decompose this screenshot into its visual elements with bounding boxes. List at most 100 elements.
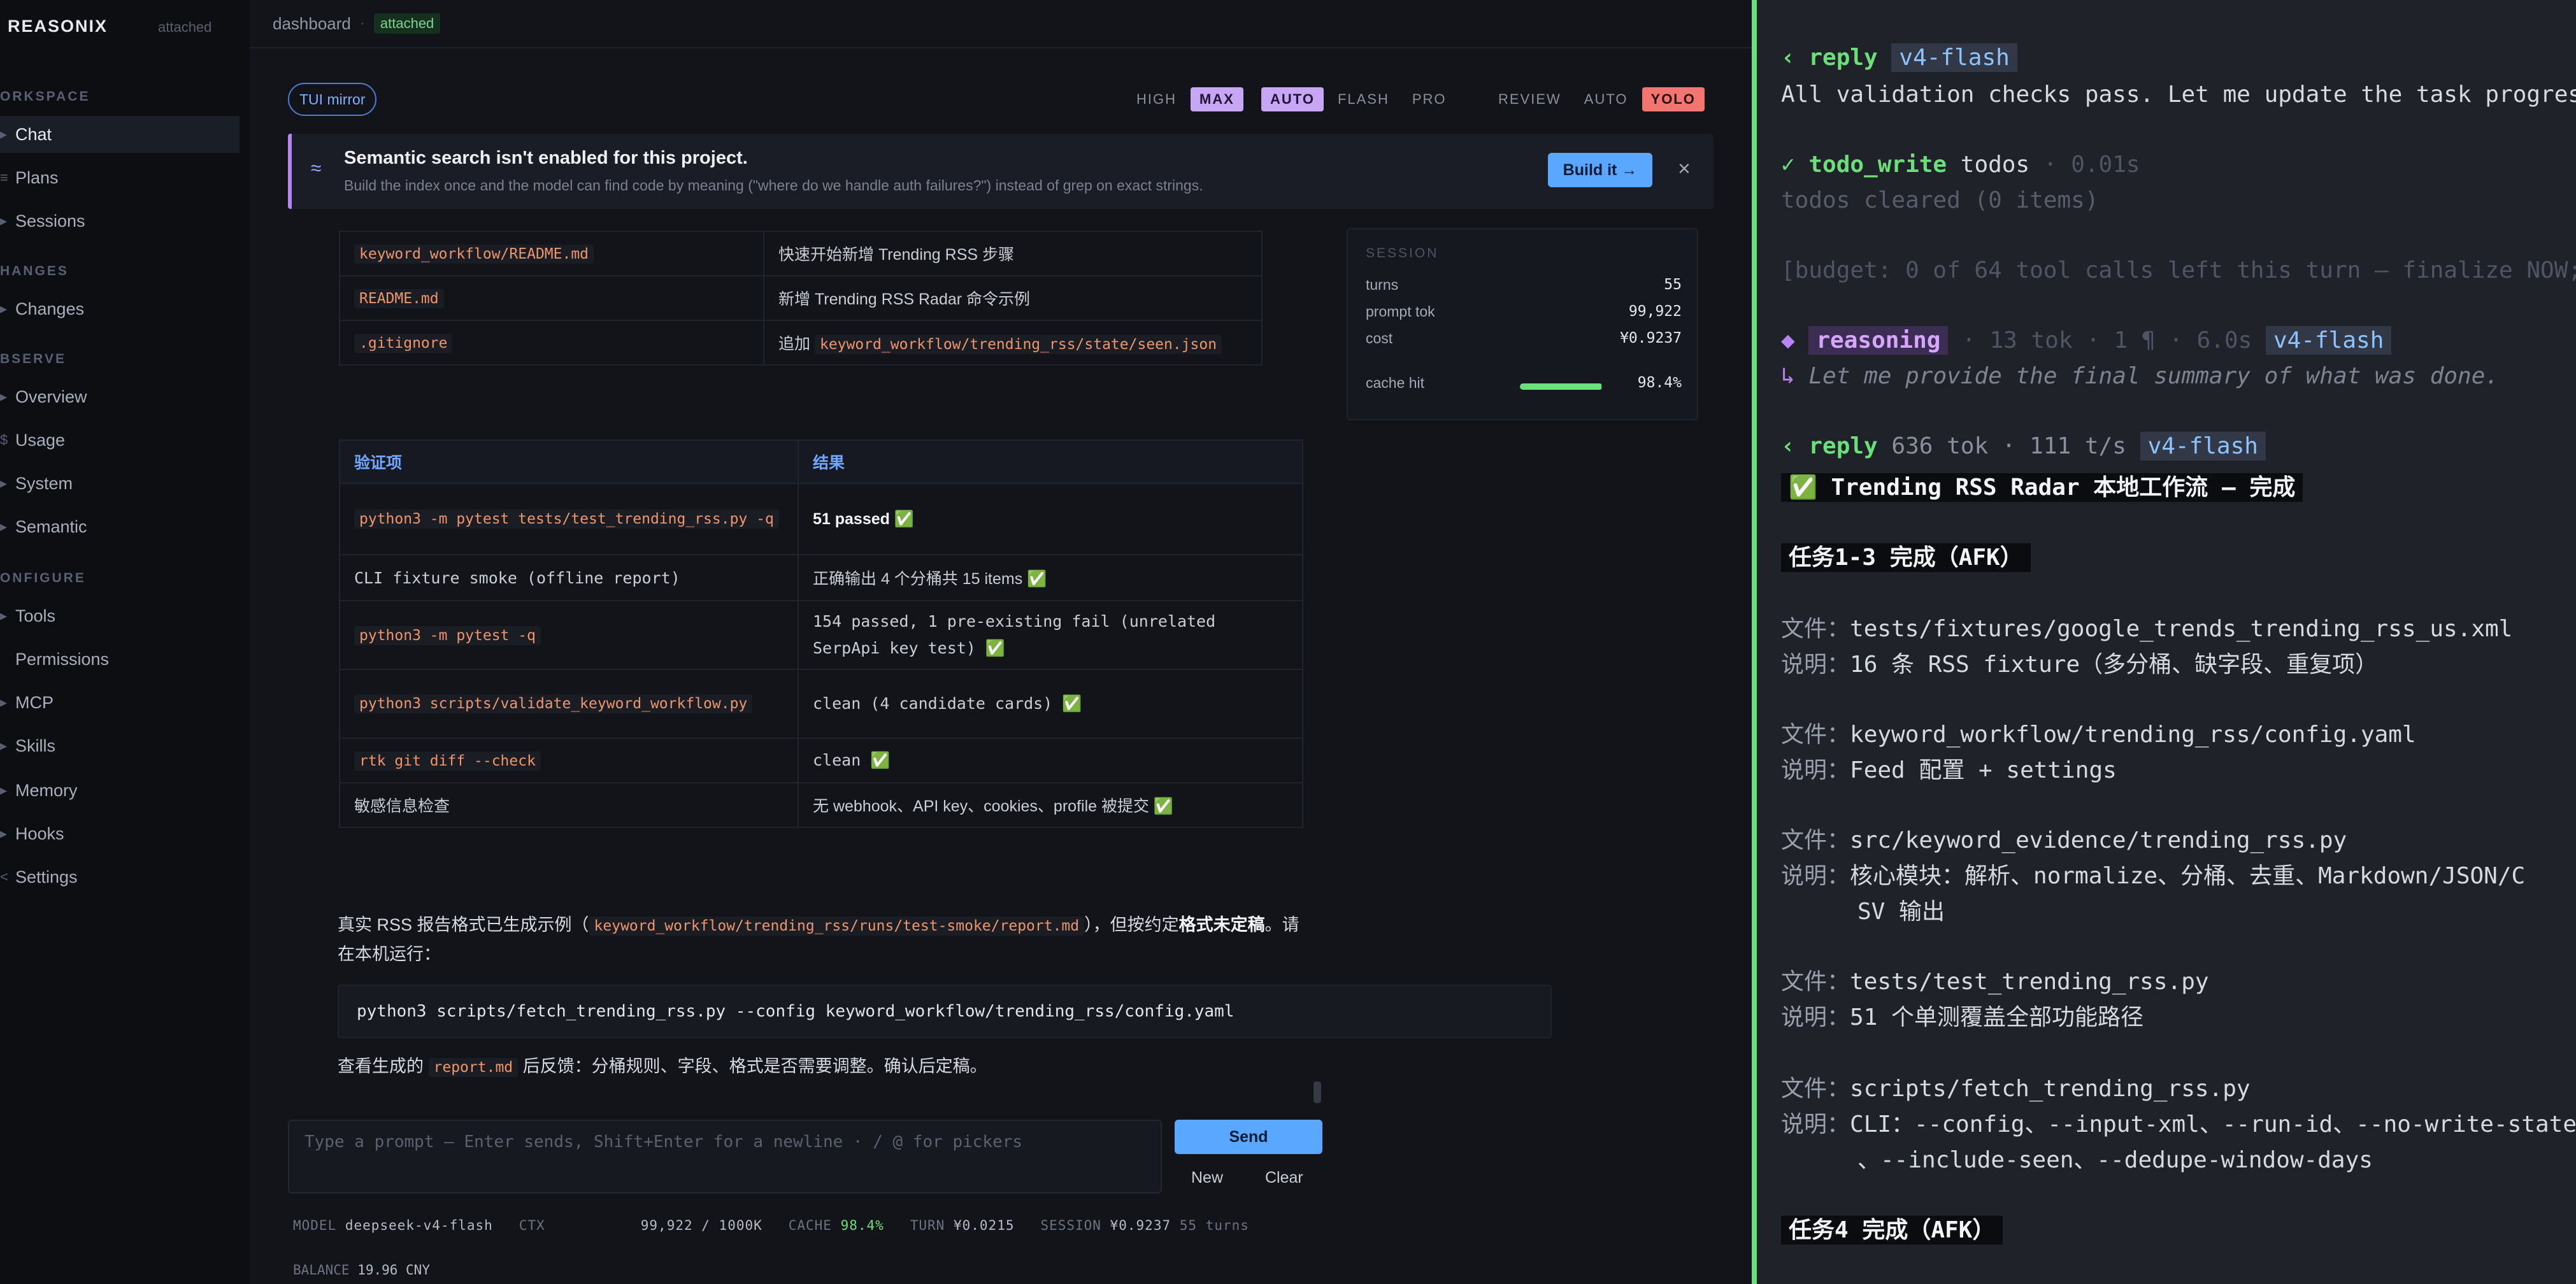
clear-button[interactable]: Clear: [1265, 1162, 1303, 1194]
text: 查看生成的: [338, 1057, 424, 1076]
table-cell: rtk git diff --check: [339, 738, 799, 783]
sidebar-item-tools[interactable]: ▸ Tools: [0, 597, 240, 634]
budget-text: [budget: 0 of 64 tool calls left this tu…: [1781, 257, 2576, 283]
approval-auto[interactable]: AUTO: [1575, 87, 1637, 111]
table-cell: 154 passed, 1 pre-existing fail (unrelat…: [798, 600, 1303, 670]
sidebar-item-chat[interactable]: ▸ Chat: [0, 116, 240, 153]
sidebar-item-label: Overview: [15, 387, 87, 406]
command-code: rtk git diff --check: [354, 751, 541, 771]
sidebar-item-permissions[interactable]: Permissions: [0, 641, 240, 678]
text: 后反馈：分桶规则、字段、格式是否需要调整。确认后定稿。: [522, 1057, 987, 1076]
table-cell: 51 passed ✅: [798, 483, 1303, 555]
tool-result-text: todos cleared (0 items): [1781, 187, 2099, 213]
sidebar-item-label: Plans: [15, 168, 59, 187]
tool-name: ✓ todo_write: [1781, 152, 1947, 178]
sidebar-item-sessions[interactable]: ▸ Sessions: [0, 203, 240, 239]
text: ），但按约定: [1084, 915, 1179, 934]
stat-value: 98.4%: [1637, 374, 1682, 391]
table-cell: 新增 Trending RSS Radar 命令示例: [763, 275, 1263, 321]
model-name: deepseek-v4-flash: [345, 1218, 493, 1233]
file-path: keyword_workflow/trending_rss/config.yam…: [1850, 722, 2416, 748]
status-line: MODEL deepseek-v4-flash CTX 99,922 / 100…: [293, 1218, 1249, 1233]
reply-header: ‹ reply 636 tok · 111 t/s v4-flash: [1781, 432, 2266, 460]
cell-text: 追加: [778, 335, 811, 353]
sidebar-item-semantic[interactable]: ▸ Semantic: [0, 508, 240, 545]
arrow-icon: ↳: [1781, 363, 1795, 389]
tool-arg: todos: [1960, 152, 2030, 178]
sidebar-item-label: Semantic: [15, 517, 87, 536]
sidebar-item-overview[interactable]: ▸ Overview: [0, 378, 240, 415]
cache-hit-fill: [1520, 383, 1601, 390]
send-button[interactable]: Send: [1175, 1120, 1322, 1154]
file-line: 文件：tests/test_trending_rss.py: [1781, 963, 2209, 996]
prompt-box: [288, 1120, 1162, 1194]
effort-high[interactable]: HIGH: [1127, 87, 1185, 111]
mode-flash[interactable]: FLASH: [1329, 87, 1398, 111]
chevron-right-icon: ▸: [0, 301, 8, 317]
sidebar-item-hooks[interactable]: ▸ Hooks: [0, 815, 240, 852]
message-paragraph: 查看生成的 report.md 后反馈：分桶规则、字段、格式是否需要调整。确认后…: [338, 1052, 987, 1081]
table-row: rtk git diff --check clean ✅: [339, 738, 1303, 783]
breadcrumb-separator: ·: [359, 15, 365, 32]
sidebar-item-mcp[interactable]: ▸ MCP: [0, 684, 240, 721]
scrollbar[interactable]: [1313, 1081, 1321, 1103]
table-row: keyword_workflow/README.md 快速开始新增 Trendi…: [339, 231, 1263, 276]
table-row: .gitignore 追加 keyword_workflow/trending_…: [339, 320, 1263, 366]
stat-label: cost: [1366, 330, 1393, 346]
prompt-input[interactable]: [289, 1121, 1161, 1192]
dollar-icon: $: [0, 432, 8, 448]
build-index-button[interactable]: Build it →: [1548, 153, 1652, 187]
stat-label: turns: [1366, 276, 1399, 293]
desc-label: 说明：: [1781, 652, 1850, 678]
effort-max[interactable]: MAX: [1191, 87, 1243, 111]
effort-toggle: HIGH MAX: [1127, 87, 1243, 112]
sidebar-item-changes[interactable]: ▸ Changes: [0, 290, 240, 327]
breadcrumb[interactable]: dashboard: [273, 14, 351, 34]
sidebar-item-label: Memory: [15, 780, 78, 800]
reasoning-text: Let me provide the final summary of what…: [1808, 363, 2500, 389]
table-cell: clean (4 candidate cards) ✅: [798, 669, 1303, 739]
sidebar-item-system[interactable]: ▸ System: [0, 465, 240, 502]
sidebar-item-memory[interactable]: ▸ Memory: [0, 772, 240, 809]
sidebar-item-settings[interactable]: < Settings: [0, 859, 240, 895]
chevron-right-icon: ▸: [0, 518, 8, 534]
cache-value: 98.4%: [840, 1218, 884, 1233]
semantic-search-banner: ≈ Semantic search isn't enabled for this…: [288, 134, 1714, 209]
model-tag: v4-flash: [2265, 326, 2392, 355]
desc-line: 说明：51 个单测覆盖全部功能路径: [1781, 999, 2143, 1032]
desc-line: 说明：CLI：--config、--input-xml、--run-id、--n…: [1781, 1106, 2576, 1139]
mode-pro[interactable]: PRO: [1403, 87, 1456, 111]
table-cell: 快速开始新增 Trending RSS 步骤: [763, 231, 1263, 276]
tui-mirror-button[interactable]: TUI mirror: [288, 83, 377, 116]
section-configure: ONFIGURE: [0, 571, 86, 585]
desc-label: 说明：: [1781, 757, 1850, 783]
approval-toggle: REVIEW AUTO YOLO: [1489, 87, 1705, 112]
desc-text: 16 条 RSS fixture（多分桶、缺字段、重复项）: [1850, 652, 2379, 678]
desc-line-continued: SV 输出: [1857, 899, 1945, 925]
new-button[interactable]: New: [1191, 1162, 1223, 1194]
sidebar-item-label: Hooks: [15, 824, 64, 843]
approval-review[interactable]: REVIEW: [1489, 87, 1570, 111]
banner-text: Build the index once and the model can f…: [344, 177, 1203, 194]
command-codeblock: python3 scripts/fetch_trending_rss.py --…: [338, 985, 1552, 1038]
desc-line: 说明：核心模块：解析、normalize、分桶、去重、Markdown/JSON…: [1781, 857, 2525, 890]
sidebar-item-label: Permissions: [15, 649, 110, 669]
file-line: 文件：src/keyword_evidence/trending_rss.py: [1781, 822, 2347, 855]
section-changes: HANGES: [0, 264, 69, 278]
close-icon[interactable]: ×: [1678, 157, 1691, 182]
command-code: python3 -m pytest tests/test_trending_rs…: [354, 510, 779, 529]
file-path: keyword_workflow/trending_rss/runs/test-…: [589, 917, 1085, 936]
mode-auto[interactable]: AUTO: [1261, 87, 1324, 111]
table-row: python3 scripts/validate_keyword_workflo…: [339, 669, 1303, 739]
stat-value: ¥0.9237: [1620, 330, 1682, 346]
sidebar-item-usage[interactable]: $ Usage: [0, 422, 240, 459]
sidebar-item-label: Changes: [15, 299, 85, 318]
terminal-pane[interactable]: ‹ reply v4-flash All validation checks p…: [1752, 0, 2576, 1284]
sidebar-item-plans[interactable]: ≡ Plans: [0, 159, 240, 196]
approval-yolo[interactable]: YOLO: [1642, 87, 1705, 111]
tool-time: · 0.01s: [2043, 152, 2140, 178]
session-heading: SESSION: [1366, 246, 1439, 260]
table-cell: 无 webhook、API key、cookies、profile 被提交 ✅: [798, 782, 1303, 828]
table-cell: clean ✅: [798, 738, 1303, 783]
sidebar-item-skills[interactable]: ▸ Skills: [0, 727, 240, 764]
